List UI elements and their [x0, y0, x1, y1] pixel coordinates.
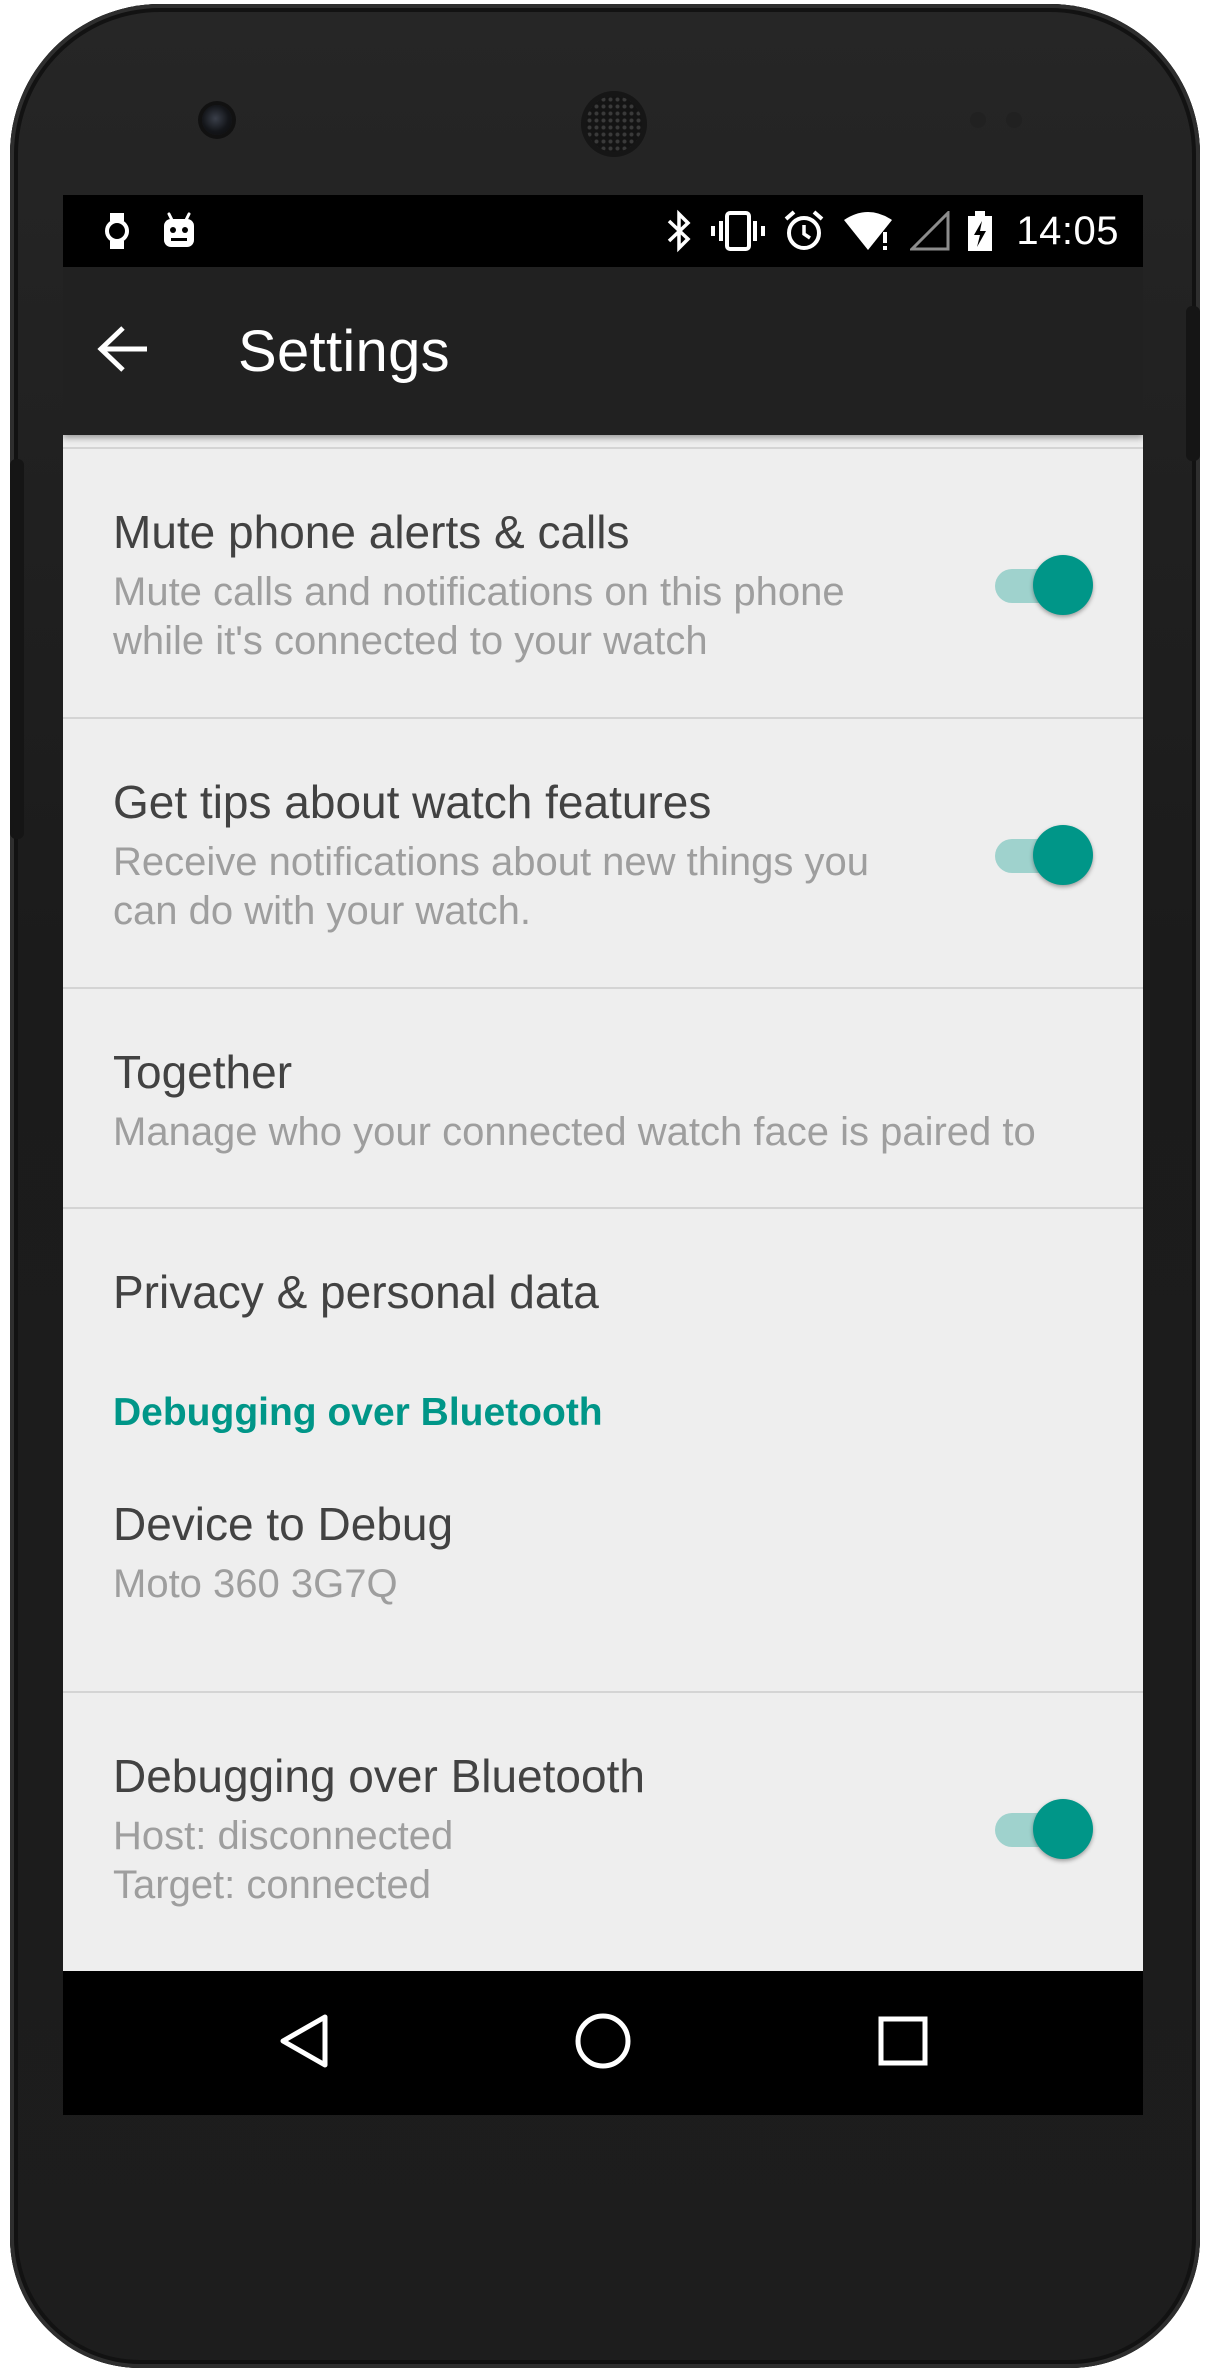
battery-charging-icon [966, 209, 994, 253]
setting-summary: while it's connected to your watch [113, 619, 708, 663]
watch-icon [103, 211, 131, 251]
back-button[interactable] [75, 303, 171, 399]
proximity-sensor [970, 112, 986, 128]
power-button [1186, 306, 1200, 461]
front-camera [202, 105, 232, 135]
volume-button [10, 459, 24, 839]
setting-summary: Manage who your connected watch face is … [113, 1110, 1036, 1154]
nav-recents-button[interactable] [863, 2003, 943, 2083]
status-bar: 14:05 [63, 195, 1143, 267]
setting-watch-tips[interactable]: Get tips about watch features Receive no… [63, 719, 1143, 987]
setting-summary: Receive notifications about new things y… [113, 840, 870, 884]
back-triangle-icon [275, 2011, 331, 2076]
tips-toggle-switch[interactable] [987, 825, 1093, 885]
setting-summary: Target: connected [113, 1863, 431, 1907]
setting-title: Together [113, 1046, 293, 1098]
setting-summary: Host: disconnected [113, 1814, 454, 1858]
clock: 14:05 [1016, 208, 1119, 253]
setting-title: Privacy & personal data [113, 1266, 599, 1318]
settings-list: Mute phone alerts & calls Mute calls and… [63, 435, 1143, 1971]
screen: 14:05 Settings Mute phone alerts & calls… [63, 195, 1143, 2115]
android-icon [159, 211, 199, 251]
light-sensor [1006, 112, 1022, 128]
setting-privacy[interactable]: Privacy & personal data [63, 1209, 1143, 1359]
app-bar: Settings [63, 267, 1143, 435]
setting-together[interactable]: Together Manage who your connected watch… [63, 989, 1143, 1207]
wifi-icon [842, 210, 894, 252]
navigation-bar [63, 1971, 1143, 2115]
nav-home-button[interactable] [563, 2003, 643, 2083]
earpiece-speaker [586, 96, 642, 152]
setting-title: Mute phone alerts & calls [113, 506, 630, 558]
bluetooth-icon [664, 209, 694, 253]
bluetooth-debugging-toggle-switch[interactable] [987, 1799, 1093, 1859]
category-header: Debugging over Bluetooth [113, 1391, 603, 1434]
vibrate-icon [710, 211, 766, 251]
switch-thumb [1033, 555, 1093, 615]
switch-thumb [1033, 1799, 1093, 1859]
cell-signal-icon [910, 211, 950, 251]
alarm-icon [782, 209, 826, 253]
setting-mute-phone-alerts[interactable]: Mute phone alerts & calls Mute calls and… [63, 449, 1143, 717]
setting-device-to-debug[interactable]: Device to Debug Moto 360 3G7Q [63, 1459, 1143, 1675]
setting-title: Device to Debug [113, 1498, 454, 1550]
setting-summary: can do with your watch. [113, 889, 531, 933]
mute-toggle-switch[interactable] [987, 555, 1093, 615]
home-circle-icon [573, 2011, 633, 2076]
arrow-back-icon [97, 325, 149, 378]
setting-title: Debugging over Bluetooth [113, 1750, 645, 1802]
switch-thumb [1033, 825, 1093, 885]
recents-square-icon [877, 2015, 929, 2072]
setting-summary: Mute calls and notifications on this pho… [113, 570, 845, 614]
setting-summary: Moto 360 3G7Q [113, 1562, 398, 1606]
page-title: Settings [238, 318, 450, 384]
nav-back-button[interactable] [263, 2003, 343, 2083]
setting-title: Get tips about watch features [113, 776, 712, 828]
setting-bluetooth-debugging[interactable]: Debugging over Bluetooth Host: disconnec… [63, 1693, 1143, 1971]
